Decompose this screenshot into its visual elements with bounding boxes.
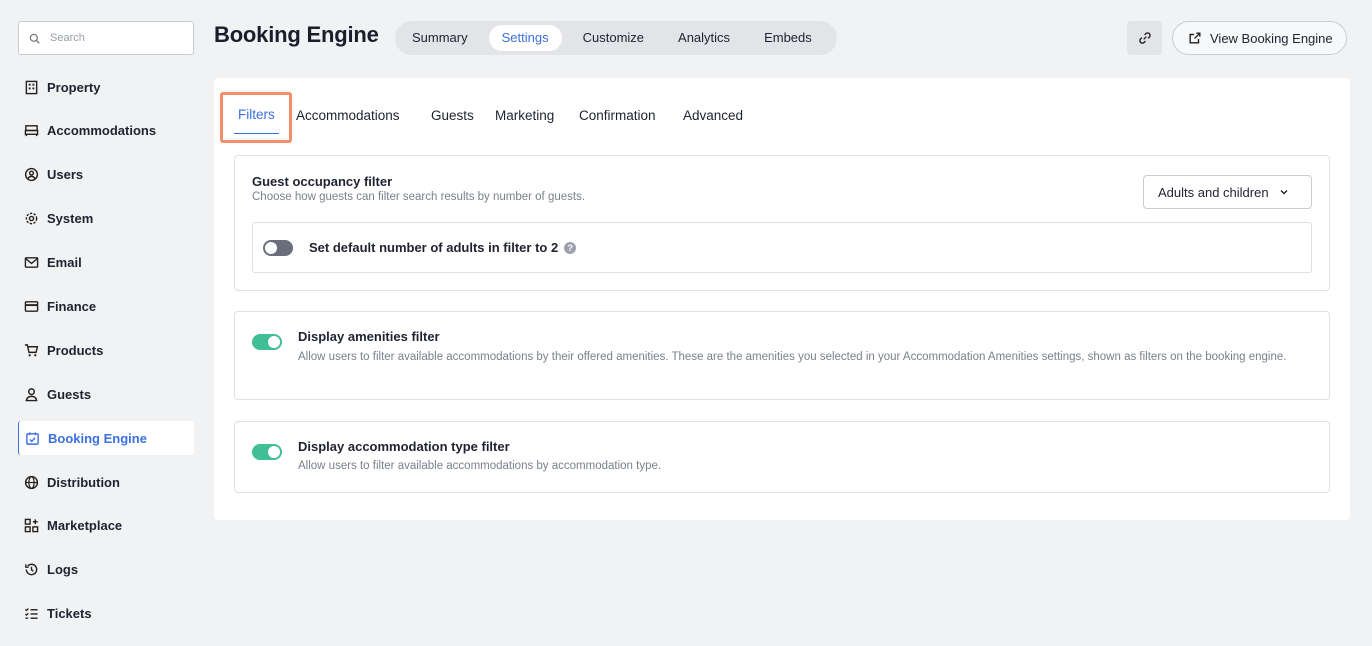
amenities-filter-title: Display amenities filter [298,329,440,344]
view-button-label: View Booking Engine [1210,30,1333,46]
active-subtab-underline [234,133,279,134]
tab-customize[interactable]: Customize [570,25,657,51]
sidebar-item-label: Accommodations [47,123,157,139]
link-icon [1138,32,1151,44]
sidebar-item-label: Property [47,79,101,95]
amenities-filter-description: Allow users to filter available accommod… [298,351,1287,363]
sidebar-nav: Property Accommodations Users System Ema… [18,70,194,641]
sidebar-item-guests[interactable]: Guests [18,377,194,411]
sidebar-item-label: Email [47,255,82,271]
default-adults-label: Set default number of adults in filter t… [309,240,559,255]
view-booking-engine-button[interactable]: View Booking Engine [1172,21,1347,55]
guest-occupancy-select[interactable]: Adults and children [1143,175,1312,209]
calendar-check-icon [26,432,39,445]
credit-card-icon [24,301,39,312]
sidebar-item-label: Finance [47,298,97,314]
default-adults-toggle[interactable] [263,239,293,256]
guest-occupancy-panel: Guest occupancy filter Choose how guests… [234,155,1330,291]
sidebar-item-label: Marketplace [47,518,123,534]
sidebar-search[interactable] [18,21,194,55]
sidebar-item-distribution[interactable]: Distribution [18,465,194,499]
settings-subtabs: Filters Accommodations Guests Marketing … [214,78,1350,156]
select-value: Adults and children [1158,184,1269,200]
sidebar-item-label: Logs [47,562,79,578]
person-icon [25,387,38,402]
sidebar-item-marketplace[interactable]: Marketplace [18,509,194,543]
sidebar-item-logs[interactable]: Logs [18,553,194,587]
tab-settings[interactable]: Settings [488,25,562,51]
sidebar-item-finance[interactable]: Finance [18,289,194,323]
copy-link-button[interactable] [1127,21,1162,55]
accommodation-type-filter-description: Allow users to filter available accommod… [298,460,662,472]
sidebar-item-label: Products [47,342,104,358]
sidebar-item-property[interactable]: Property [18,70,194,104]
page-title: Booking Engine [214,22,379,47]
sidebar-item-tickets[interactable]: Tickets [18,597,194,631]
sidebar-item-label: Guests [47,386,92,402]
help-icon[interactable]: ? [564,241,577,254]
search-input[interactable] [50,32,180,44]
subtab-accommodations[interactable]: Accommodations [296,108,400,123]
globe-icon [24,475,39,489]
list-check-icon [24,608,38,620]
tab-summary[interactable]: Summary [399,25,481,51]
building-icon [25,80,38,94]
sidebar-item-label: Distribution [47,474,120,490]
search-icon [29,33,40,44]
subtab-advanced[interactable]: Advanced [683,108,743,123]
mail-icon [24,257,39,268]
sidebar-item-booking-engine[interactable]: Booking Engine [18,421,194,456]
sidebar-item-label: System [47,211,94,227]
main-tabs: Summary Settings Customize Analytics Emb… [395,21,837,55]
accommodation-type-filter-toggle[interactable] [252,444,282,460]
subtab-confirmation[interactable]: Confirmation [579,108,656,123]
sidebar-item-users[interactable]: Users [18,158,194,192]
sidebar-item-email[interactable]: Email [18,246,194,280]
settings-card: Filters Accommodations Guests Marketing … [214,78,1350,520]
sidebar-item-products[interactable]: Products [18,333,194,367]
amenities-filter-panel: Display amenities filter Allow users to … [234,311,1330,400]
sidebar-item-label: Users [47,167,84,183]
bed-icon [24,125,39,137]
cart-icon [24,344,39,357]
apps-icon [24,519,39,533]
sidebar-item-label: Tickets [47,606,92,622]
tab-embeds[interactable]: Embeds [751,25,825,51]
subtab-marketing[interactable]: Marketing [495,108,554,123]
default-adults-row: Set default number of adults in filter t… [252,222,1312,273]
external-link-icon [1189,32,1201,44]
history-icon [25,563,38,576]
amenities-filter-toggle[interactable] [252,334,282,350]
subtab-guests[interactable]: Guests [431,108,474,123]
chevron-down-icon [1280,190,1288,195]
sidebar-item-accommodations[interactable]: Accommodations [18,114,194,148]
sidebar-item-label: Booking Engine [48,430,147,446]
accommodation-type-filter-title: Display accommodation type filter [298,439,510,454]
accommodation-type-filter-panel: Display accommodation type filter Allow … [234,421,1330,493]
subtab-filters[interactable]: Filters [238,107,275,122]
guest-occupancy-title: Guest occupancy filter [252,174,393,189]
gear-icon [25,212,38,225]
guest-occupancy-description: Choose how guests can filter search resu… [252,191,586,203]
tab-analytics[interactable]: Analytics [665,25,743,51]
sidebar-item-system[interactable]: System [18,202,194,236]
user-circle-icon [24,168,39,182]
